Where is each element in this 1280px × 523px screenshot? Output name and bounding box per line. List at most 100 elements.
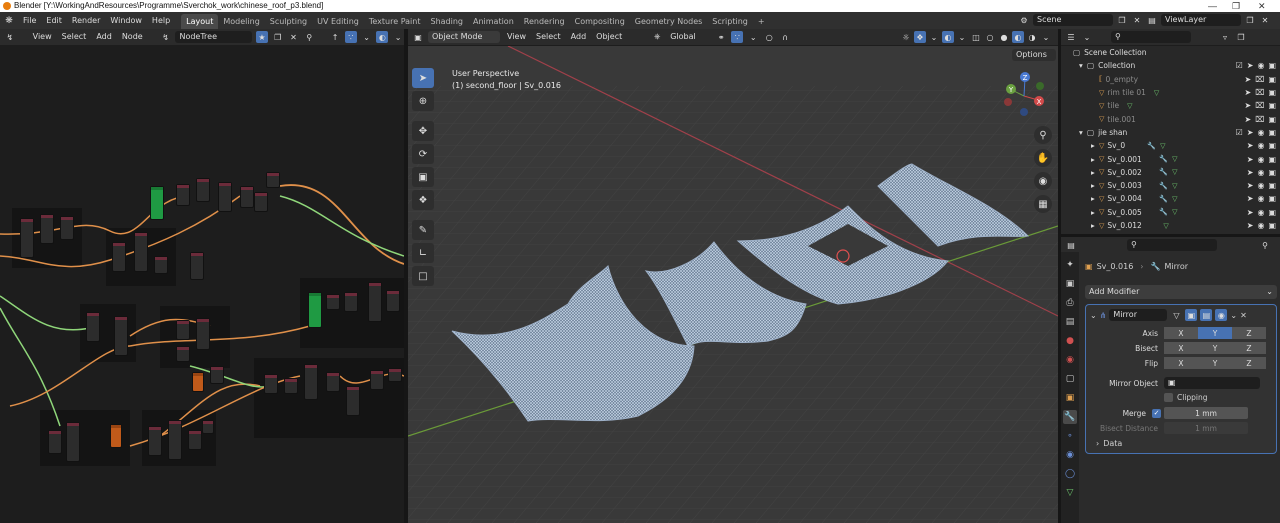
camera-icon[interactable]: ◉ — [1034, 172, 1052, 190]
annotate-tool-icon[interactable]: ✎ — [412, 220, 434, 240]
select-icon[interactable]: ➤ — [1247, 208, 1254, 217]
flip-y-button[interactable]: Y — [1198, 357, 1232, 369]
node[interactable] — [344, 292, 358, 312]
select-icon[interactable]: ➤ — [1245, 75, 1252, 84]
eye-icon[interactable]: ◉ — [1257, 181, 1264, 190]
filter-icon[interactable]: ▿ — [1219, 31, 1231, 43]
world-tab-icon[interactable]: ◉ — [1063, 353, 1077, 367]
modifier-name-field[interactable]: Mirror — [1109, 309, 1168, 321]
checkbox-icon[interactable]: ☑ — [1236, 128, 1243, 137]
node[interactable] — [192, 372, 204, 392]
node[interactable] — [150, 186, 164, 220]
rotate-tool-icon[interactable]: ⟳ — [412, 144, 434, 164]
render-modifier-icon[interactable]: ◉ — [1215, 309, 1228, 321]
eye-icon[interactable]: ◉ — [1257, 168, 1264, 177]
viewport-snap-icon[interactable]: ∵ — [731, 31, 744, 43]
tab-modeling[interactable]: Modeling — [218, 14, 264, 29]
maximize-icon[interactable]: ❐ — [1232, 0, 1240, 12]
bisect-x-button[interactable]: X — [1164, 342, 1198, 354]
render-icon[interactable]: ▣ — [1268, 61, 1276, 70]
tool-tab-icon[interactable]: ✦ — [1063, 258, 1077, 272]
node[interactable] — [60, 216, 74, 240]
area-divider[interactable] — [1058, 29, 1061, 523]
menu-window[interactable]: Window — [105, 12, 147, 29]
select-icon[interactable]: ➤ — [1247, 168, 1254, 177]
data-tab-icon[interactable]: ▽ — [1063, 486, 1077, 500]
expand-icon[interactable]: ▸ — [1091, 181, 1099, 190]
expand-icon[interactable]: ▸ — [1091, 221, 1099, 230]
outliner-row[interactable]: ▾ ▢ Collection ☑ ➤ ◉ ▣ — [1061, 59, 1280, 72]
overlay-options-icon[interactable]: ⌄ — [392, 31, 404, 43]
select-icon[interactable]: ➤ — [1247, 155, 1254, 164]
navigation-gizmo[interactable]: Z X Y — [1000, 68, 1054, 122]
select-icon[interactable]: ➤ — [1247, 141, 1254, 150]
node[interactable] — [20, 218, 34, 258]
minimize-icon[interactable]: — — [1208, 0, 1217, 12]
add-workspace-icon[interactable]: + — [753, 14, 770, 29]
expand-icon[interactable]: ▸ — [1091, 168, 1099, 177]
transform-tool-icon[interactable]: ❖ — [412, 190, 434, 210]
node[interactable] — [148, 426, 162, 456]
select-icon[interactable]: ➤ — [1245, 101, 1252, 110]
menu-edit[interactable]: Edit — [41, 12, 67, 29]
node[interactable] — [86, 312, 100, 342]
flip-x-button[interactable]: X — [1164, 357, 1198, 369]
remove-scene-icon[interactable]: ✕ — [1131, 14, 1143, 26]
node[interactable] — [168, 420, 182, 460]
node[interactable] — [190, 252, 204, 280]
select-icon[interactable]: ➤ — [1245, 88, 1252, 97]
on-cage-icon[interactable]: ▽ — [1170, 309, 1182, 321]
outliner[interactable]: ▢ Scene Collection ▾ ▢ Collection ☑ ➤ ◉ ▣ ⟦… — [1061, 46, 1280, 234]
unlink-tree-icon[interactable]: ✕ — [288, 31, 300, 43]
eye-closed-icon[interactable]: ⌧ — [1255, 88, 1264, 97]
eye-icon[interactable]: ◉ — [1257, 208, 1264, 217]
expand-icon[interactable]: ▸ — [1091, 194, 1099, 203]
viewport-menu-add[interactable]: Add — [568, 30, 590, 44]
measure-tool-icon[interactable]: ∟ — [412, 243, 434, 263]
xray-icon[interactable]: ◫ — [970, 31, 982, 43]
close-icon[interactable]: ✕ — [1258, 0, 1266, 12]
node[interactable] — [196, 318, 210, 350]
snap-options-icon[interactable]: ⌄ — [361, 31, 373, 43]
tab-compositing[interactable]: Compositing — [570, 14, 630, 29]
object-mode-dropdown[interactable]: Object Mode — [428, 31, 500, 43]
snap-target-icon[interactable]: ⌄ — [747, 31, 759, 43]
node[interactable] — [202, 420, 214, 434]
axis-x-button[interactable]: X — [1164, 327, 1198, 339]
cursor-tool-icon[interactable]: ⊕ — [412, 91, 434, 111]
select-icon[interactable]: ➤ — [1247, 181, 1254, 190]
merge-checkbox[interactable]: ✓ — [1152, 408, 1161, 418]
display-mode-icon[interactable]: ⌄ — [1081, 31, 1093, 43]
tab-animation[interactable]: Animation — [468, 14, 519, 29]
shading-material-icon[interactable]: ◐ — [1012, 31, 1024, 43]
perspective-toggle-icon[interactable]: ▦ — [1034, 195, 1052, 213]
node[interactable] — [114, 316, 128, 356]
outliner-row[interactable]: ▽ tile.001 ➤ ⌧ ▣ — [1061, 112, 1280, 125]
node-menu-select[interactable]: Select — [59, 30, 90, 44]
node[interactable] — [188, 430, 202, 450]
collapse-icon[interactable]: ⌄ — [1090, 311, 1097, 320]
menu-file[interactable]: File — [18, 12, 41, 29]
outliner-row[interactable]: ▸ ▽ Sv_0.012 ▽ ➤ ◉ ▣ — [1061, 219, 1280, 232]
new-scene-icon[interactable]: ❐ — [1116, 14, 1128, 26]
clipping-checkbox[interactable] — [1164, 393, 1173, 402]
node[interactable] — [110, 424, 122, 448]
expand-icon[interactable]: ▸ — [1091, 155, 1099, 164]
edit-mode-icon[interactable]: ▣ — [1185, 309, 1198, 321]
new-view-layer-icon[interactable]: ❐ — [1244, 14, 1256, 26]
render-icon[interactable]: ▣ — [1268, 208, 1276, 217]
3d-viewport[interactable]: ➤ ⊕ ✥ ⟳ ▣ ❖ ✎ ∟ □ User Perspective (1) s… — [408, 46, 1058, 523]
transform-orientation-icon[interactable]: ⎈ — [651, 31, 663, 43]
view-layer-icon[interactable]: ▤ — [1146, 14, 1158, 26]
outliner-editor-type-icon[interactable]: ☰ — [1065, 31, 1077, 43]
node[interactable] — [388, 368, 402, 382]
render-icon[interactable]: ▣ — [1268, 88, 1276, 97]
node[interactable] — [154, 256, 168, 274]
node[interactable] — [326, 294, 340, 310]
tab-layout[interactable]: Layout — [181, 13, 219, 29]
node-menu-node[interactable]: Node — [119, 30, 146, 44]
shading-rendered-icon[interactable]: ◑ — [1026, 31, 1038, 43]
node[interactable] — [308, 292, 322, 328]
visibility-icon[interactable]: ☼ — [900, 31, 912, 43]
outliner-row[interactable]: ▸ ▽ Sv_0.002 🔧 ▽ ➤ ◉ ▣ — [1061, 166, 1280, 179]
